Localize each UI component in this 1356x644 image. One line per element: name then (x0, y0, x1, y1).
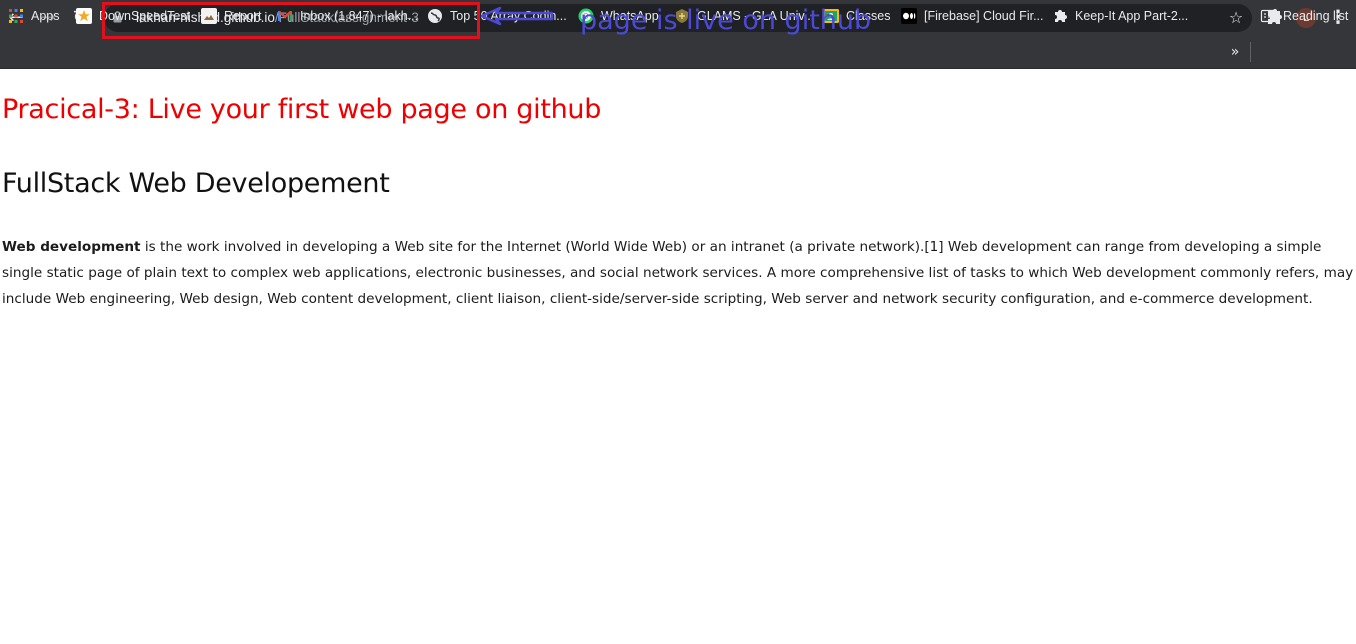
medium-icon (901, 8, 917, 24)
bookmark-keepit[interactable]: Keep-It App Part-2... (1052, 5, 1188, 27)
annotation-note: page is live on github (580, 5, 872, 36)
reading-list-label: Reading list (1283, 9, 1349, 23)
page-subheading: FullStack Web Developement (2, 168, 390, 199)
bookmark-apps[interactable]: Apps (8, 5, 60, 27)
bookmarks-bar (0, 36, 1356, 69)
page-heading: Pracical-3: Live your first web page on … (2, 94, 602, 125)
para-bold-term: Web development (2, 239, 141, 255)
apps-grid-icon (9, 9, 23, 23)
reading-list-button[interactable]: Reading list (1260, 5, 1348, 27)
reading-list-icon (1260, 9, 1276, 23)
downspeedtest-icon (76, 8, 92, 24)
para-text: is the work involved in developing a Web… (2, 239, 1354, 307)
url-highlight-box (102, 2, 480, 39)
body-paragraph: Web development is the work involved in … (2, 234, 1354, 312)
more-bookmarks-chevron-icon[interactable]: » (1227, 41, 1243, 63)
bookmark-label: [Firebase] Cloud Fir... (924, 9, 1044, 23)
puzzle-bookmark-icon (1055, 10, 1067, 22)
bookmarks-divider (1250, 42, 1251, 62)
bookmark-label: Apps (31, 9, 60, 23)
bookmark-firebase[interactable]: [Firebase] Cloud Fir... (901, 5, 1044, 27)
bookmark-label: Keep-It App Part-2... (1075, 9, 1189, 23)
bookmark-star-icon[interactable]: ☆ (1224, 6, 1248, 30)
annotation-arrow-icon (480, 6, 554, 26)
